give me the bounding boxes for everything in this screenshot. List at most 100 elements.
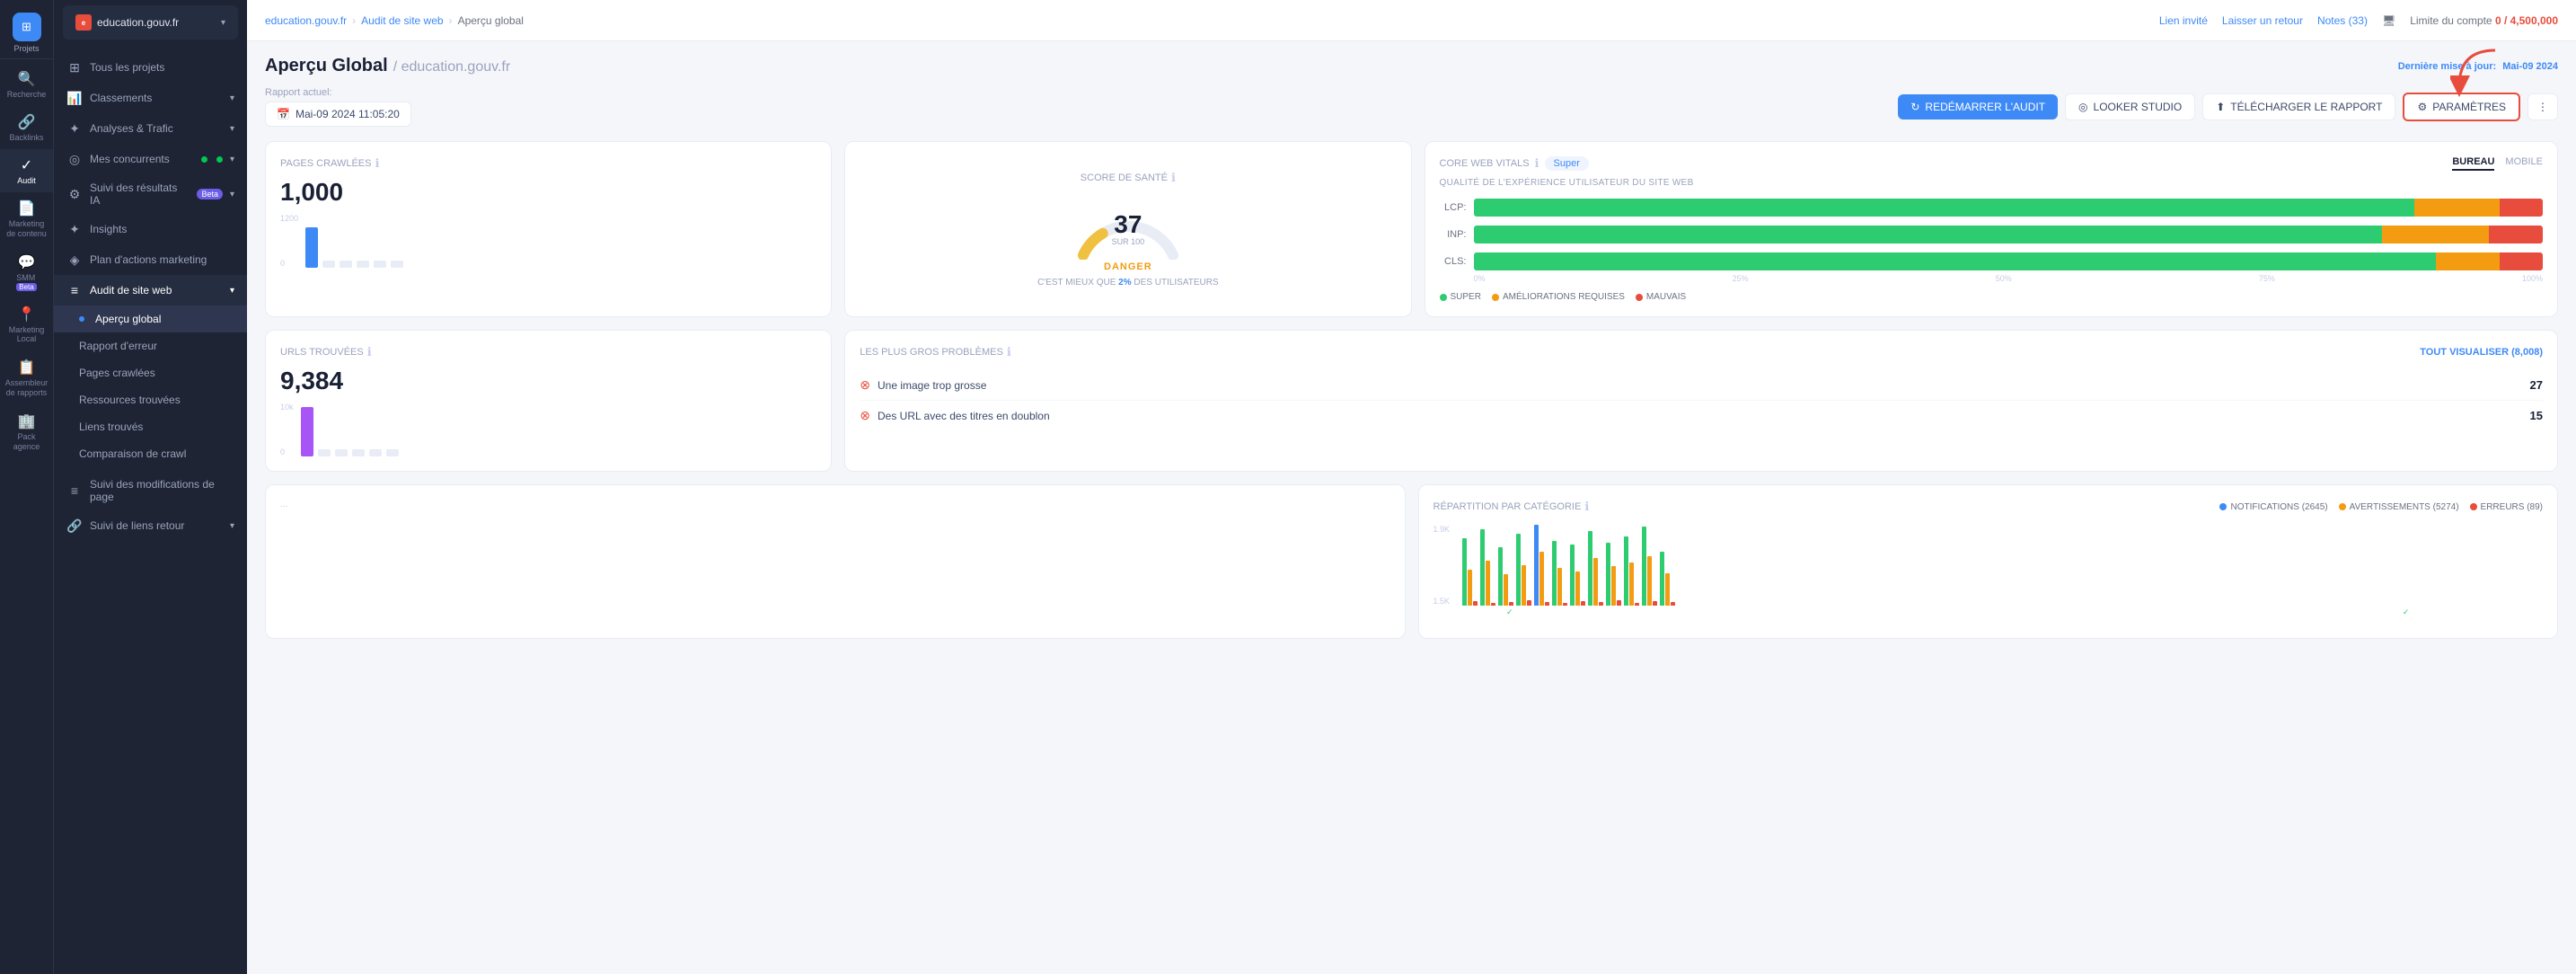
info-icon-urls[interactable]: ℹ — [367, 345, 372, 359]
info-icon-pages[interactable]: ℹ — [375, 156, 379, 171]
url-bar-4 — [352, 449, 365, 456]
projects-nav-label: Projets — [13, 44, 39, 53]
problem-item-1: ⊗ Une image trop grosse 27 — [860, 370, 2543, 401]
sante-card: SCORE DE SANTÉ ℹ 37 SUR 100 DANGER — [844, 141, 1411, 317]
info-icon-sante[interactable]: ℹ — [1171, 171, 1176, 185]
plan-icon: ◈ — [66, 252, 83, 268]
problem-count-2: 15 — [2530, 409, 2543, 422]
marketing-contenu-nav[interactable]: 📄 Marketingde contenu — [0, 192, 53, 246]
sidebar-label-liens: Liens trouvés — [79, 421, 143, 433]
y-label-1: 1.9K — [1434, 525, 1451, 534]
leave-review-link[interactable]: Laisser un retour — [2222, 14, 2303, 27]
download-label: TÉLÉCHARGER LE RAPPORT — [2230, 101, 2382, 113]
breadcrumb-site[interactable]: education.gouv.fr — [265, 14, 347, 27]
breadcrumb-audit[interactable]: Audit de site web — [361, 14, 443, 27]
cwv-label-cls: CLS: — [1440, 256, 1467, 267]
problem-icon-1: ⊗ — [860, 377, 870, 393]
last-update-value: Mai-09 2024 — [2502, 61, 2558, 72]
sidebar-label-comparaison: Comparaison de crawl — [79, 447, 186, 460]
action-buttons: ↻ REDÉMARRER L'AUDIT ◎ LOOKER STUDIO ⬆ T… — [1898, 93, 2558, 121]
info-icon-cat[interactable]: ℹ — [1584, 500, 1589, 514]
problem-icon-2: ⊗ — [860, 408, 870, 423]
tab-bureau[interactable]: BUREAU — [2452, 156, 2494, 171]
invite-link[interactable]: Lien invité — [2159, 14, 2208, 27]
sidebar-item-classements[interactable]: 📊 Classements ▾ — [54, 83, 247, 113]
sidebar-item-comparaison[interactable]: Comparaison de crawl — [54, 440, 247, 467]
report-bar: Rapport actuel: 📅 Mai-09 2024 11:05:20 ↻… — [265, 87, 2558, 127]
problem-count-1: 27 — [2530, 378, 2543, 392]
bar-1 — [305, 227, 318, 268]
sidebar-site-selector[interactable]: e education.gouv.fr ▾ — [63, 5, 238, 40]
more-button[interactable]: ⋮ — [2527, 93, 2558, 120]
rapport-label: Rapport actuel: — [265, 87, 411, 98]
sidebar-item-tous-projets[interactable]: ⊞ Tous les projets — [54, 52, 247, 83]
cat-title: RÉPARTITION PAR CATÉGORIE ℹ — [1434, 500, 1590, 514]
sidebar-item-pages-crawlees[interactable]: Pages crawlées — [54, 359, 247, 386]
breadcrumb-sep2: › — [449, 14, 453, 27]
sidebar-item-concurrents[interactable]: ◎ Mes concurrents ▾ — [54, 144, 247, 174]
bar-4 — [357, 261, 369, 268]
sidebar-label-concurrents: Mes concurrents — [90, 153, 190, 165]
sante-title: SCORE DE SANTÉ ℹ — [1081, 171, 1176, 185]
sidebar-item-suivi-ia[interactable]: ⚙ Suivi des résultats IA Beta ▾ — [54, 174, 247, 214]
sidebar-item-apercu[interactable]: Aperçu global — [54, 305, 247, 332]
rapport-date-value: Mai-09 2024 11:05:20 — [296, 108, 400, 120]
info-icon-cwv[interactable]: ℹ — [1535, 156, 1539, 171]
cwv-card: CORE WEB VITALS ℹ Super BUREAU MOBILE QU… — [1425, 141, 2559, 317]
marketing-local-nav[interactable]: 📍 MarketingLocal — [0, 298, 53, 352]
cwv-row-lcp: LCP: — [1440, 199, 2544, 217]
sidebar-label-pages-crawlees: Pages crawlées — [79, 367, 155, 379]
y-max-pages: 1200 — [280, 214, 298, 223]
download-report-button[interactable]: ⬆ TÉLÉCHARGER LE RAPPORT — [2202, 93, 2395, 120]
url-bar-6 — [386, 449, 399, 456]
info-icon-problems[interactable]: ℹ — [1007, 345, 1011, 359]
sidebar-item-rapport-erreur[interactable]: Rapport d'erreur — [54, 332, 247, 359]
projects-icon-nav[interactable]: ⊞ Projets — [0, 7, 53, 59]
site-name: education.gouv.fr — [97, 16, 216, 29]
sidebar-item-analyses[interactable]: ✦ Analyses & Trafic ▾ — [54, 113, 247, 144]
view-all-link[interactable]: TOUT VISUALISER (8,008) — [2420, 347, 2543, 358]
looker-icon: ◎ — [2078, 101, 2087, 113]
bar-5 — [374, 261, 386, 268]
smm-nav[interactable]: 💬 SMMBeta — [0, 246, 53, 298]
restart-icon: ↻ — [1910, 101, 1919, 113]
cwv-legend: SUPER AMÉLIORATIONS REQUISES MAUVAIS — [1440, 292, 2544, 302]
gauge-percent: 2% — [1118, 278, 1131, 288]
sidebar-item-insights[interactable]: ✦ Insights — [54, 214, 247, 244]
notes-link[interactable]: Notes (33) — [2317, 14, 2368, 27]
pages-crawlees-card: PAGES CRAWLÉES ℹ 1,000 1200 0 — [265, 141, 832, 317]
smm-nav-label: SMMBeta — [16, 273, 36, 291]
marketing-local-nav-label: MarketingLocal — [9, 325, 45, 345]
problem-item-2: ⊗ Des URL avec des titres en doublon 15 — [860, 401, 2543, 430]
sidebar-item-suivi-retour[interactable]: 🔗 Suivi de liens retour ▾ — [54, 510, 247, 541]
chevron-concurrents: ▾ — [230, 155, 234, 164]
restart-audit-button[interactable]: ↻ REDÉMARRER L'AUDIT — [1898, 94, 2058, 120]
audit-nav[interactable]: ✓ Audit — [0, 149, 53, 192]
account-limit-icon: 🖥 — [2382, 14, 2395, 27]
sidebar-item-plan[interactable]: ◈ Plan d'actions marketing — [54, 244, 247, 275]
page-subtitle: / education.gouv.fr — [393, 59, 510, 75]
sidebar-label-tous-projets: Tous les projets — [90, 61, 234, 74]
breadcrumb: education.gouv.fr › Audit de site web › … — [265, 14, 524, 27]
topbar: education.gouv.fr › Audit de site web › … — [247, 0, 2576, 41]
sidebar-item-liens[interactable]: Liens trouvés — [54, 413, 247, 440]
site-chevron: ▾ — [221, 18, 225, 28]
cwv-badge: Super — [1545, 156, 1589, 171]
assembleur-nav[interactable]: 📋 Assembleurde rapports — [0, 351, 53, 405]
backlinks-nav[interactable]: 🔗 Backlinks — [0, 106, 53, 149]
rapport-date-button[interactable]: 📅 Mai-09 2024 11:05:20 — [265, 102, 411, 127]
settings-label: PARAMÈTRES — [2432, 101, 2506, 113]
settings-button[interactable]: ⚙ PARAMÈTRES — [2403, 93, 2520, 121]
sidebar-item-audit[interactable]: ≡ Audit de site web ▾ — [54, 275, 247, 305]
more-icon: ⋮ — [2537, 101, 2548, 113]
restart-label: REDÉMARRER L'AUDIT — [1925, 101, 2045, 113]
sidebar-item-suivi-modifs[interactable]: ≡ Suivi des modifications de page — [54, 471, 247, 510]
sidebar-item-ressources[interactable]: Ressources trouvées — [54, 386, 247, 413]
chevron-audit: ▾ — [230, 286, 234, 296]
search-nav[interactable]: 🔍 Recherche — [0, 63, 53, 106]
looker-label: LOOKER STUDIO — [2094, 101, 2183, 113]
looker-studio-button[interactable]: ◎ LOOKER STUDIO — [2065, 93, 2195, 120]
tab-mobile[interactable]: MOBILE — [2505, 156, 2543, 171]
pack-nav[interactable]: 🏢 Packagence — [0, 405, 53, 459]
legend-avertissements: AVERTISSEMENTS (5274) — [2350, 502, 2459, 512]
